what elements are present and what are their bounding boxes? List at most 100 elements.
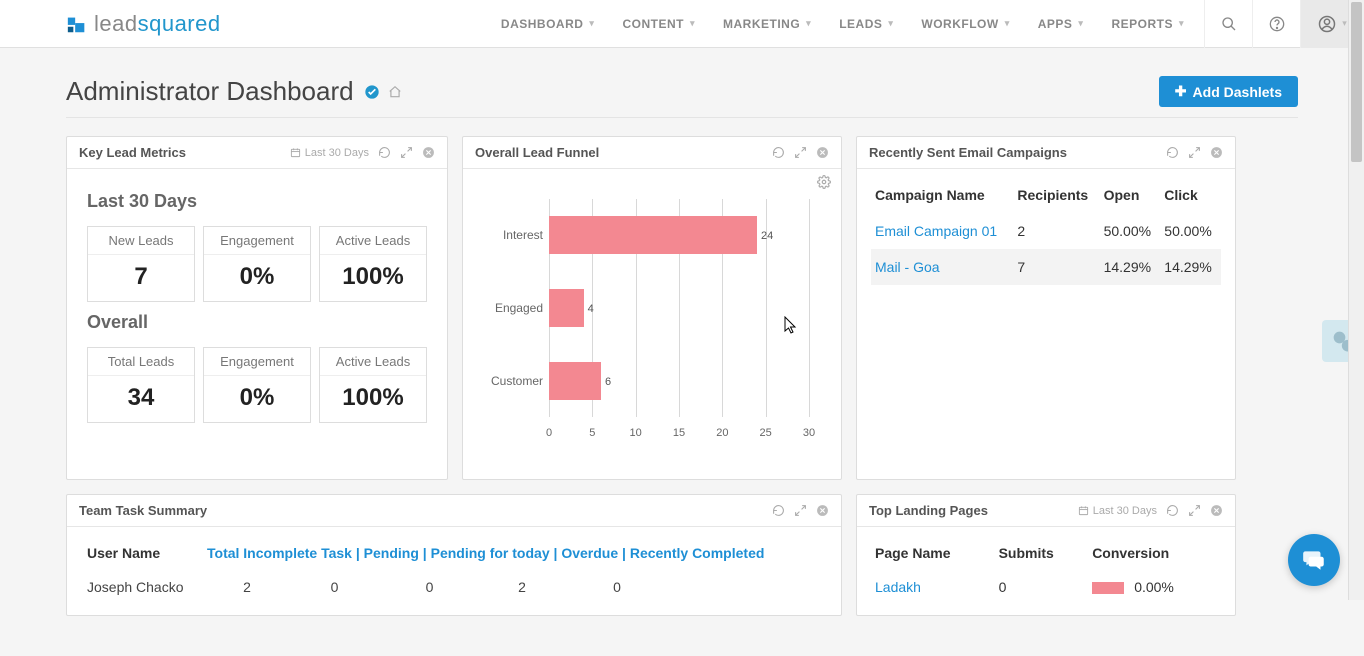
chevron-down-icon: ▾ — [690, 18, 695, 29]
add-dashlets-label: Add Dashlets — [1193, 84, 1282, 100]
metric-card-active-leads[interactable]: Active Leads100% — [319, 347, 427, 423]
dashlet-header: Team Task Summary — [67, 495, 841, 527]
search-button[interactable] — [1204, 0, 1252, 48]
chevron-down-icon: ▾ — [806, 18, 811, 29]
dashlet-title: Overall Lead Funnel — [475, 145, 599, 160]
chevron-down-icon: ▾ — [1342, 18, 1347, 29]
section-overall: Overall — [87, 312, 427, 333]
expand-icon[interactable] — [793, 146, 807, 160]
nav-reports[interactable]: REPORTS▾ — [1097, 0, 1198, 48]
nav-utility: ▾ — [1204, 0, 1364, 48]
nav-marketing[interactable]: MARKETING▾ — [709, 0, 825, 48]
table-row: Mail - Goa714.29%14.29% — [871, 249, 1221, 285]
col-click: Click — [1160, 181, 1221, 213]
add-dashlets-button[interactable]: ✚ Add Dashlets — [1159, 76, 1298, 107]
dashlet-lead-funnel: Overall Lead Funnel 051015202530Interest… — [462, 136, 842, 480]
refresh-icon[interactable] — [1165, 146, 1179, 160]
campaigns-table: Campaign Name Recipients Open Click Emai… — [871, 181, 1221, 285]
team-table: User Name Total Incomplete Task | Pendin… — [83, 539, 825, 603]
nav-workflow[interactable]: WORKFLOW▾ — [907, 0, 1023, 48]
period-selector[interactable]: Last 30 Days — [1078, 505, 1157, 517]
nav-apps[interactable]: APPS▾ — [1024, 0, 1098, 48]
dashlet-body: Campaign Name Recipients Open Click Emai… — [857, 169, 1235, 479]
dashlet-header: Key Lead Metrics Last 30 Days — [67, 137, 447, 169]
campaign-link[interactable]: Mail - Goa — [875, 259, 940, 275]
refresh-icon[interactable] — [1165, 504, 1179, 518]
col-conversion: Conversion — [1088, 539, 1221, 571]
logo-text: leadsquared — [94, 11, 221, 37]
chevron-down-icon: ▾ — [1005, 18, 1010, 29]
landing-table: Page Name Submits Conversion Ladakh00.00… — [871, 539, 1221, 603]
top-bar: leadsquared DASHBOARD▾ CONTENT▾ MARKETIN… — [0, 0, 1364, 48]
dashlet-grid: Key Lead Metrics Last 30 Days Last 30 Da… — [66, 136, 1298, 480]
close-icon[interactable] — [815, 146, 829, 160]
dashlet-header: Overall Lead Funnel — [463, 137, 841, 169]
dashlet-body: Page Name Submits Conversion Ladakh00.00… — [857, 527, 1235, 615]
dashlet-header: Recently Sent Email Campaigns — [857, 137, 1235, 169]
metric-card-active-leads[interactable]: Active Leads100% — [319, 226, 427, 302]
expand-icon[interactable] — [793, 504, 807, 518]
dashlet-team-task-summary: Team Task Summary User Name Total Incomp… — [66, 494, 842, 616]
main-nav: DASHBOARD▾ CONTENT▾ MARKETING▾ LEADS▾ WO… — [487, 0, 1198, 48]
dashlet-key-lead-metrics: Key Lead Metrics Last 30 Days Last 30 Da… — [66, 136, 448, 480]
close-icon[interactable] — [1209, 146, 1223, 160]
help-button[interactable] — [1252, 0, 1300, 48]
refresh-icon[interactable] — [377, 146, 391, 160]
close-icon[interactable] — [421, 146, 435, 160]
section-last-30: Last 30 Days — [87, 191, 427, 212]
chevron-down-icon: ▾ — [589, 18, 594, 29]
col-user-name: User Name — [83, 539, 203, 571]
vertical-scrollbar[interactable] — [1348, 0, 1364, 600]
close-icon[interactable] — [1209, 504, 1223, 518]
refresh-icon[interactable] — [771, 504, 785, 518]
dashlet-body: User Name Total Incomplete Task | Pendin… — [67, 527, 841, 615]
check-badge-icon[interactable] — [364, 84, 380, 100]
scrollbar-thumb[interactable] — [1351, 2, 1362, 162]
col-task-links[interactable]: Total Incomplete Task | Pending | Pendin… — [203, 539, 825, 571]
refresh-icon[interactable] — [771, 146, 785, 160]
metric-card-total-leads[interactable]: Total Leads34 — [87, 347, 195, 423]
logo-icon — [66, 13, 88, 35]
close-icon[interactable] — [815, 504, 829, 518]
expand-icon[interactable] — [399, 146, 413, 160]
dashlet-title: Team Task Summary — [79, 503, 207, 518]
col-submits: Submits — [995, 539, 1089, 571]
chevron-down-icon: ▾ — [1078, 18, 1083, 29]
table-row: Ladakh00.00% — [871, 571, 1221, 603]
landing-page-link[interactable]: Ladakh — [875, 579, 921, 595]
col-open: Open — [1100, 181, 1161, 213]
dashlet-body: 051015202530Interest24Engaged4Customer6 — [463, 169, 841, 479]
dashlet-email-campaigns: Recently Sent Email Campaigns Campaign N… — [856, 136, 1236, 480]
page-header: Administrator Dashboard ✚ Add Dashlets — [66, 60, 1298, 118]
dashlet-body: Last 30 Days New Leads7 Engagement0% Act… — [67, 169, 447, 479]
dashlet-header: Top Landing Pages Last 30 Days — [857, 495, 1235, 527]
chevron-down-icon: ▾ — [1179, 18, 1184, 29]
chat-widget[interactable] — [1288, 534, 1340, 586]
table-row: Email Campaign 01250.00%50.00% — [871, 213, 1221, 249]
campaign-link[interactable]: Email Campaign 01 — [875, 223, 997, 239]
col-page-name: Page Name — [871, 539, 995, 571]
nav-content[interactable]: CONTENT▾ — [608, 0, 709, 48]
home-icon[interactable] — [388, 85, 402, 99]
page-content: Administrator Dashboard ✚ Add Dashlets K… — [0, 48, 1364, 656]
nav-leads[interactable]: LEADS▾ — [825, 0, 907, 48]
period-selector[interactable]: Last 30 Days — [290, 147, 369, 159]
expand-icon[interactable] — [1187, 504, 1201, 518]
plus-icon: ✚ — [1175, 83, 1187, 100]
chevron-down-icon: ▾ — [888, 18, 893, 29]
logo[interactable]: leadsquared — [66, 11, 221, 37]
metric-card-engagement[interactable]: Engagement0% — [203, 347, 311, 423]
col-campaign-name: Campaign Name — [871, 181, 1013, 213]
expand-icon[interactable] — [1187, 146, 1201, 160]
conversion-bar — [1092, 582, 1124, 594]
dashlet-title: Top Landing Pages — [869, 503, 988, 518]
page-title: Administrator Dashboard — [66, 76, 354, 107]
nav-dashboard[interactable]: DASHBOARD▾ — [487, 0, 609, 48]
dashlet-row-2: Team Task Summary User Name Total Incomp… — [66, 494, 1298, 616]
metric-card-new-leads[interactable]: New Leads7 — [87, 226, 195, 302]
col-recipients: Recipients — [1013, 181, 1099, 213]
metric-card-engagement[interactable]: Engagement0% — [203, 226, 311, 302]
gear-icon[interactable] — [817, 175, 831, 189]
metric-row: Total Leads34 Engagement0% Active Leads1… — [87, 347, 427, 423]
dashlet-top-landing-pages: Top Landing Pages Last 30 Days Page Name… — [856, 494, 1236, 616]
